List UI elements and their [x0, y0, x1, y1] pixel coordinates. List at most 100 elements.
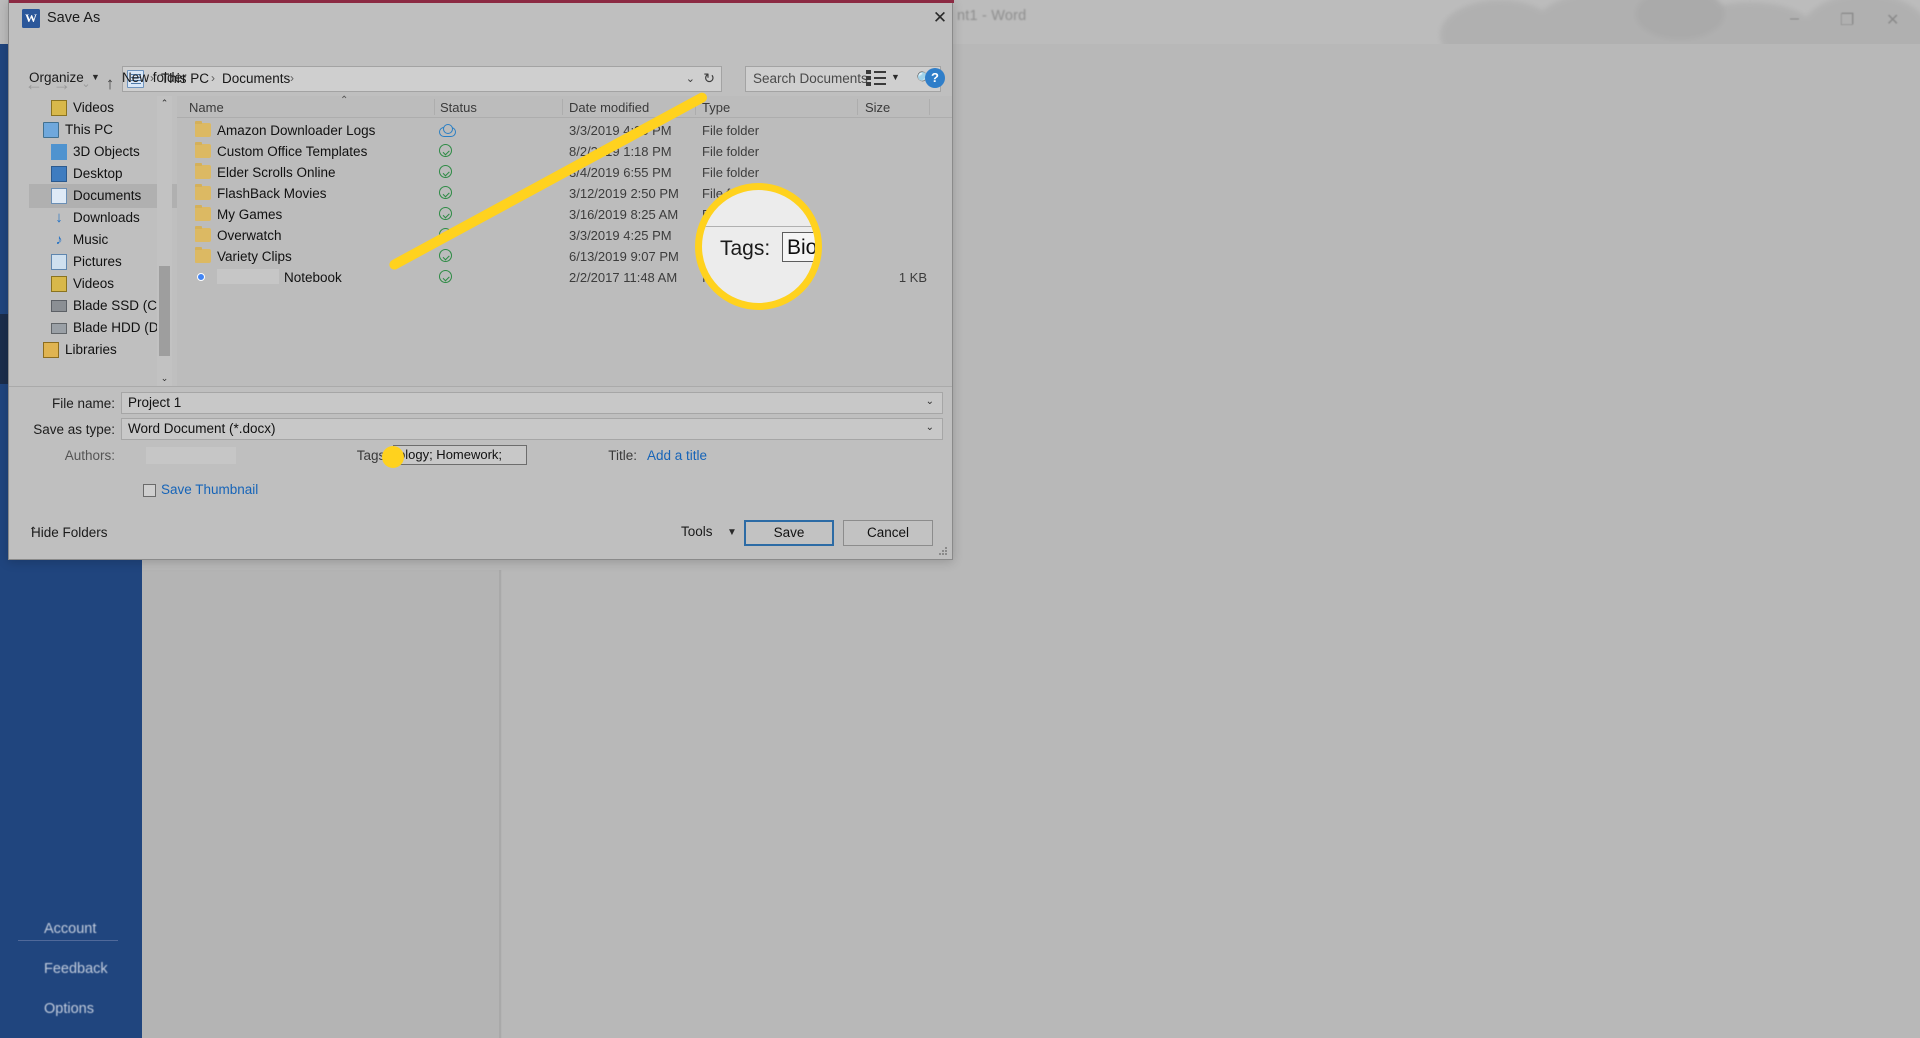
- file-name-input[interactable]: Project 1 ⌄: [121, 392, 943, 414]
- word-close-button[interactable]: ✕: [1886, 10, 1899, 30]
- save-thumbnail-checkbox[interactable]: [143, 484, 156, 497]
- word-minimize-button[interactable]: –: [1790, 10, 1799, 28]
- column-header-name[interactable]: Name: [189, 100, 224, 115]
- magnifier-callout: Tags: Biol: [695, 183, 822, 310]
- synced-icon: [439, 270, 452, 283]
- table-row[interactable]: Notebook 2/2/2017 11:48 AM Internet Sh..…: [177, 267, 952, 288]
- navigation-pane: Videos This PC 3D Objects Desktop Docume…: [29, 96, 177, 386]
- nav-item-libraries[interactable]: Libraries: [29, 338, 177, 362]
- add-title-link[interactable]: Add a title: [647, 448, 707, 463]
- nav-item-label: 3D Objects: [73, 144, 140, 159]
- folder-icon: [195, 163, 211, 179]
- save-button[interactable]: Save: [744, 520, 834, 546]
- table-row[interactable]: My Games 3/16/2019 8:25 AM File folder: [177, 204, 952, 225]
- new-folder-button[interactable]: New folder: [122, 70, 187, 85]
- file-name: Amazon Downloader Logs: [217, 123, 376, 138]
- nav-item-videos-2[interactable]: Videos: [29, 272, 177, 296]
- chevron-down-icon[interactable]: ⌄: [926, 422, 934, 433]
- documents-icon: [51, 188, 67, 204]
- nav-item-label: This PC: [65, 122, 114, 137]
- chevron-down-icon[interactable]: ▼: [727, 527, 737, 538]
- file-name: My Games: [217, 207, 283, 222]
- videos-icon: [51, 100, 67, 116]
- file-list: ⌃ Name Status Date modified Type Size Am…: [177, 95, 952, 386]
- scroll-up-icon[interactable]: ⌃: [157, 96, 172, 111]
- file-type: File folder: [702, 144, 760, 159]
- sort-ascending-icon: ⌃: [340, 95, 349, 106]
- resize-grip[interactable]: [937, 545, 949, 557]
- file-type: File folder: [702, 165, 760, 180]
- nav-item-blade-hdd[interactable]: Blade HDD (D:): [29, 316, 177, 340]
- nav-pane-scrollbar[interactable]: ⌃ ⌄: [157, 96, 172, 386]
- tags-input[interactable]: ology; Homework;: [393, 445, 527, 465]
- column-header-date-modified[interactable]: Date modified: [569, 100, 649, 115]
- libraries-icon: [43, 342, 59, 358]
- backstage-divider: [18, 940, 118, 941]
- file-name: Variety Clips: [217, 249, 292, 264]
- word-restore-button[interactable]: ❐: [1840, 10, 1854, 30]
- backstage-item-account[interactable]: Account: [44, 921, 96, 937]
- nav-item-this-pc[interactable]: This PC: [29, 118, 177, 142]
- status-cell: [439, 165, 452, 181]
- nav-item-music[interactable]: ♪ Music: [29, 228, 177, 252]
- file-date: 2/2/2017 11:48 AM: [569, 270, 678, 285]
- save-thumbnail-label[interactable]: Save Thumbnail: [161, 482, 258, 497]
- nav-item-pictures[interactable]: Pictures: [29, 250, 177, 274]
- file-type: File folder: [702, 123, 760, 138]
- chevron-down-icon[interactable]: ▼: [91, 72, 100, 82]
- backstage-item-options[interactable]: Options: [44, 1001, 94, 1017]
- hide-folders-button[interactable]: Hide Folders: [31, 525, 108, 540]
- nav-item-documents[interactable]: Documents: [29, 184, 177, 208]
- column-header-status[interactable]: Status: [440, 100, 477, 115]
- help-icon[interactable]: ?: [925, 68, 945, 88]
- file-date: 3/16/2019 8:25 AM: [569, 207, 679, 222]
- authors-field[interactable]: [146, 447, 236, 464]
- table-row[interactable]: FlashBack Movies 3/12/2019 2:50 PM File …: [177, 183, 952, 204]
- redacted-filename-prefix: [217, 269, 279, 284]
- file-name: Custom Office Templates: [217, 144, 368, 159]
- file-list-header: ⌃ Name Status Date modified Type Size: [177, 95, 952, 118]
- table-row[interactable]: Variety Clips 6/13/2019 9:07 PM File fol…: [177, 246, 952, 267]
- scrollbar-thumb[interactable]: [159, 266, 170, 356]
- cancel-button[interactable]: Cancel: [843, 520, 933, 546]
- nav-item-label: Documents: [73, 188, 142, 203]
- column-header-size[interactable]: Size: [865, 100, 890, 115]
- file-size: 1 KB: [898, 270, 927, 285]
- view-mode-icon[interactable]: [866, 70, 886, 86]
- dialog-title: Save As: [47, 10, 101, 26]
- file-date: 6/13/2019 9:07 PM: [569, 249, 679, 264]
- word-icon: W: [22, 9, 40, 28]
- table-row[interactable]: Custom Office Templates 8/2/2019 1:18 PM…: [177, 141, 952, 162]
- dialog-toolbar: Organize ▼ New folder ▼ ?: [9, 66, 952, 96]
- backstage-item-feedback[interactable]: Feedback: [44, 961, 108, 977]
- synced-icon: [439, 186, 452, 199]
- tools-button[interactable]: Tools: [681, 524, 713, 539]
- column-header-type[interactable]: Type: [702, 100, 730, 115]
- status-cell: [439, 207, 452, 223]
- save-as-type-select[interactable]: Word Document (*.docx) ⌄: [121, 418, 943, 440]
- chevron-down-icon[interactable]: ▼: [891, 72, 900, 82]
- word-document-page: [142, 570, 502, 1038]
- table-row[interactable]: Amazon Downloader Logs 3/3/2019 4:25 PM …: [177, 120, 952, 141]
- table-row[interactable]: Overwatch 3/3/2019 4:25 PM File folder: [177, 225, 952, 246]
- nav-item-downloads[interactable]: ↓ Downloads: [29, 206, 177, 230]
- nav-item-3d-objects[interactable]: 3D Objects: [29, 140, 177, 164]
- close-icon[interactable]: ✕: [929, 7, 951, 29]
- file-date: 3/4/2019 6:55 PM: [569, 165, 672, 180]
- organize-button[interactable]: Organize: [29, 70, 84, 85]
- nav-item-desktop[interactable]: Desktop: [29, 162, 177, 186]
- scroll-down-icon[interactable]: ⌄: [157, 371, 172, 386]
- pc-icon: [43, 122, 59, 138]
- folder-icon: [195, 205, 211, 221]
- nav-item-label: Music: [73, 232, 109, 247]
- magnified-tags-label: Tags:: [720, 237, 771, 260]
- file-name: FlashBack Movies: [217, 186, 327, 201]
- nav-item-label: Libraries: [65, 342, 117, 357]
- nav-item-videos-1[interactable]: Videos: [29, 96, 177, 120]
- file-name: Notebook: [284, 270, 342, 285]
- save-as-type-label: Save as type:: [33, 422, 115, 437]
- word-document-edge: [499, 570, 501, 1038]
- nav-item-blade-ssd[interactable]: Blade SSD (C:): [29, 294, 177, 318]
- column-separator: [929, 99, 930, 115]
- chevron-down-icon[interactable]: ⌄: [926, 396, 934, 407]
